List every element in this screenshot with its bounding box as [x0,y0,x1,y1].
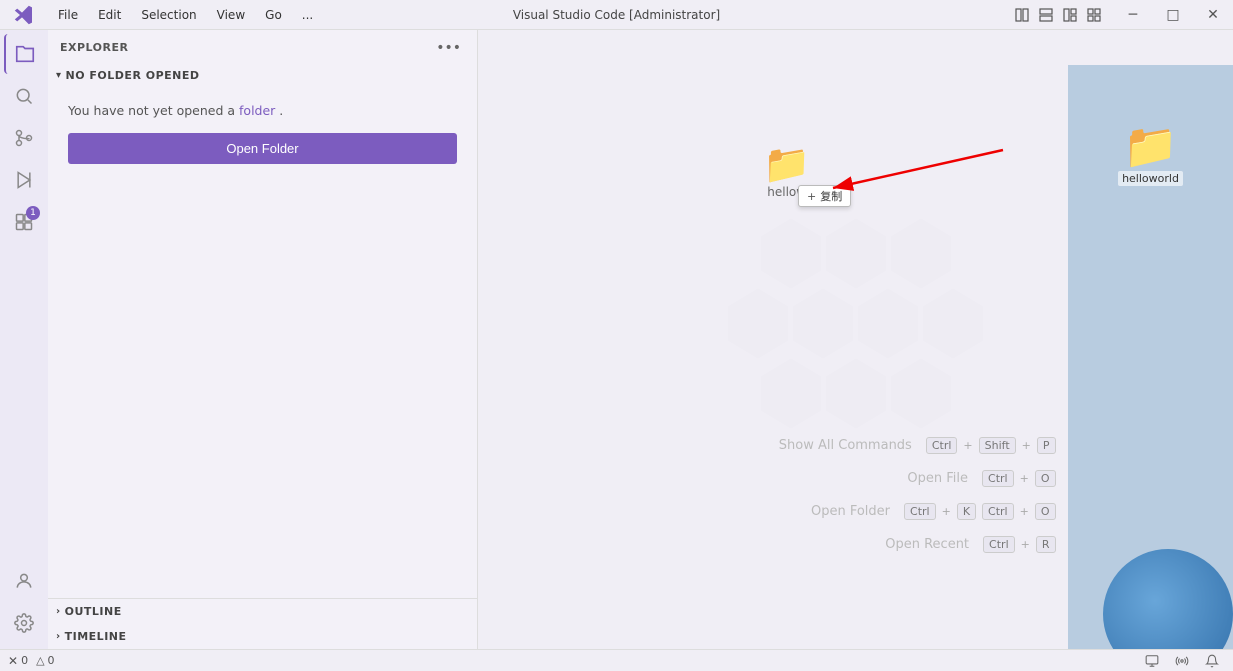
commands-area: Show All Commands Ctrl + Shift + P Open … [656,437,1056,569]
layout-btn-1[interactable] [1011,4,1033,26]
warning-icon: △ [36,654,44,667]
warning-count: 0 [48,654,55,667]
status-left: ✕ 0 △ 0 [8,654,55,668]
kbd-k: K [957,503,976,520]
plus-1: + [963,439,972,452]
kbd-o-2: O [1035,503,1056,520]
status-bar: ✕ 0 △ 0 [0,649,1233,671]
extensions-badge: 1 [26,206,40,220]
status-right [1139,651,1225,671]
vscode-logo-icon [14,5,34,25]
main-container: 1 EXPLORER ••• ▾ NO FOLDER OPENED You ha… [0,30,1233,649]
activity-extensions[interactable]: 1 [4,202,44,242]
layout-buttons [1003,4,1113,26]
command-open-recent: Open Recent Ctrl + R [656,536,1056,553]
desktop-folder[interactable]: 📁 helloworld [1118,125,1183,186]
no-folder-section-header[interactable]: ▾ NO FOLDER OPENED [48,65,477,86]
activity-run[interactable] [4,160,44,200]
chevron-down-icon: ▾ [56,70,62,81]
timeline-chevron-icon: › [56,631,61,642]
title-bar: File Edit Selection View Go ... Visual S… [0,0,1233,30]
activity-explorer[interactable] [4,34,44,74]
vscode-watermark [726,208,986,471]
activity-source-control[interactable] [4,118,44,158]
no-folder-content: You have not yet opened a folder . Open … [48,86,477,180]
kbd-o: O [1035,470,1056,487]
kbd-ctrl-1: Ctrl [926,437,958,454]
status-bell-icon[interactable] [1199,651,1225,671]
desktop-folder-label: helloworld [1118,171,1183,186]
plus-6: + [1021,538,1030,551]
status-warnings[interactable]: △ 0 [36,654,54,667]
sidebar: EXPLORER ••• ▾ NO FOLDER OPENED You have… [48,30,478,649]
outline-label: OUTLINE [65,605,122,618]
maximize-button[interactable]: □ [1153,0,1193,30]
activity-account[interactable] [4,561,44,601]
kbd-r: R [1036,536,1056,553]
desktop-area: 📁 helloworld CSDN @Cliven_ [1068,65,1233,649]
activity-search[interactable] [4,76,44,116]
menu-edit[interactable]: Edit [88,4,131,26]
kbd-p: P [1037,437,1056,454]
sidebar-title: EXPLORER [60,41,128,54]
no-folder-label: NO FOLDER OPENED [66,69,200,82]
show-all-label: Show All Commands [779,438,912,453]
open-file-label: Open File [907,471,968,486]
open-folder-button[interactable]: Open Folder [68,133,457,164]
copy-tooltip: + 复制 [798,185,851,207]
red-arrow [823,130,1023,210]
menu-go[interactable]: Go [255,4,292,26]
vscode-logo [0,5,48,25]
activity-bar: 1 [0,30,48,649]
minimize-button[interactable]: ─ [1113,0,1153,30]
activity-settings[interactable] [4,603,44,643]
plus-4: + [942,505,951,518]
menu-more[interactable]: ... [292,4,323,26]
error-count: 0 [21,654,28,667]
command-show-all: Show All Commands Ctrl + Shift + P [656,437,1056,454]
kbd-ctrl-4: Ctrl [982,503,1014,520]
sidebar-header: EXPLORER ••• [48,30,477,65]
copy-label: 复制 [820,188,842,204]
menu-view[interactable]: View [207,4,255,26]
timeline-section[interactable]: › TIMELINE [48,624,477,649]
copy-plus-icon: + [807,190,816,203]
sidebar-section: ▾ NO FOLDER OPENED You have not yet open… [48,65,477,598]
window-controls: ─ □ ✕ [1113,0,1233,30]
command-open-folder: Open Folder Ctrl + K Ctrl + O [656,503,1056,520]
menu-file[interactable]: File [48,4,88,26]
kbd-shift-1: Shift [979,437,1016,454]
plus-3: + [1020,472,1029,485]
menu-selection[interactable]: Selection [131,4,206,26]
editor-folder-icon: 📁 [763,145,810,183]
layout-btn-3[interactable] [1059,4,1081,26]
open-folder-label: Open Folder [811,504,890,519]
status-broadcast-icon[interactable] [1169,651,1195,671]
command-open-file: Open File Ctrl + O [656,470,1056,487]
kbd-ctrl-2: Ctrl [982,470,1014,487]
kbd-ctrl-3: Ctrl [904,503,936,520]
outline-section[interactable]: › OUTLINE [48,599,477,624]
timeline-label: TIMELINE [65,630,127,643]
blue-decoration [1103,549,1233,649]
window-title: Visual Studio Code [Administrator] [513,8,720,22]
desktop-folder-icon: 📁 [1123,125,1178,169]
layout-btn-2[interactable] [1035,4,1057,26]
status-remote-icon[interactable] [1139,651,1165,671]
status-errors[interactable]: ✕ 0 [8,654,28,668]
close-button[interactable]: ✕ [1193,0,1233,30]
no-folder-description: You have not yet opened a folder . [68,102,457,121]
outline-chevron-icon: › [56,606,61,617]
activity-bottom [4,561,44,649]
kbd-ctrl-5: Ctrl [983,536,1015,553]
open-recent-label: Open Recent [885,537,969,552]
sidebar-bottom-sections: › OUTLINE › TIMELINE [48,598,477,649]
editor-area: 📁 hellow + 复制 Show All Commands Ctrl + S… [478,30,1233,649]
folder-link[interactable]: folder [239,103,275,118]
layout-btn-4[interactable] [1083,4,1105,26]
plus-2: + [1022,439,1031,452]
sidebar-more-button[interactable]: ••• [432,38,465,58]
error-icon: ✕ [8,654,18,668]
plus-5: + [1020,505,1029,518]
